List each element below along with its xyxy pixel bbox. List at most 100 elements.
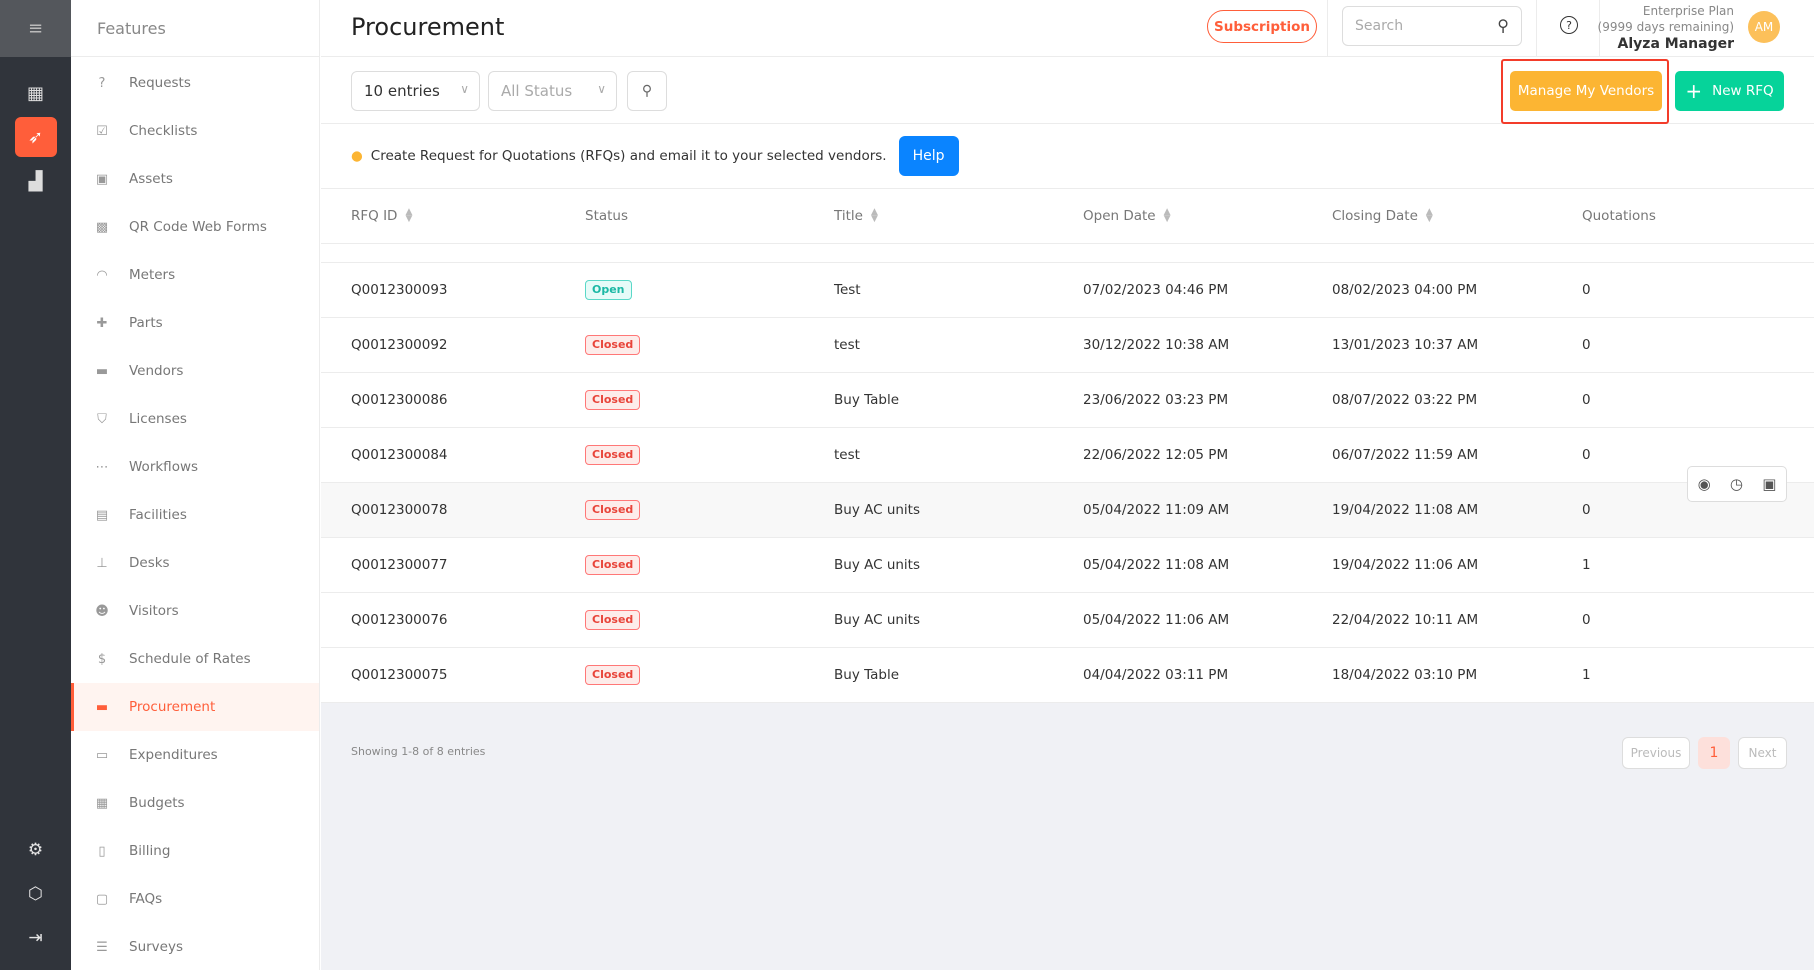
cell-value: 08/02/2023 04:00 PM xyxy=(1332,282,1478,298)
avatar[interactable]: AM xyxy=(1748,11,1780,43)
sidebar-item-facilities[interactable]: ▤ Facilities xyxy=(71,491,319,539)
logout-icon[interactable]: ⇥ xyxy=(15,916,57,960)
sidebar-item-checklists[interactable]: ☑ Checklists xyxy=(71,107,319,155)
column-header: Quotations xyxy=(1582,189,1656,243)
sidebar-item-visitors[interactable]: ☻ Visitors xyxy=(71,587,319,635)
sidebar-item-faqs[interactable]: ▢ FAQs xyxy=(71,875,319,923)
sidebar-item-surveys[interactable]: ☰ Surveys xyxy=(71,923,319,971)
cell-value: Q0012300092 xyxy=(351,337,448,353)
help-icon[interactable]: ? xyxy=(1560,16,1578,34)
table-cell: Closed xyxy=(585,483,641,537)
table-row[interactable]: Q0012300092 Closed test 30/12/2022 10:38 AM… xyxy=(321,318,1814,373)
sort-icon[interactable]: ▲ ▼ xyxy=(871,208,878,224)
sidebar-item-vendors[interactable]: ▬ Vendors xyxy=(71,347,319,395)
table-cell: 0 xyxy=(1582,593,1591,647)
cell-value: 0 xyxy=(1582,502,1591,518)
plan-info: Enterprise Plan (9999 days remaining) Al… xyxy=(1598,3,1734,53)
column-header[interactable]: RFQ ID ▲ ▼ xyxy=(351,189,412,243)
dashboard-icon[interactable]: ▦ xyxy=(15,73,57,113)
search-icon[interactable]: ⚲ xyxy=(1497,16,1509,35)
table-cell: Buy AC units xyxy=(834,593,920,647)
procurement-rocket-icon[interactable]: ➶ xyxy=(14,117,57,157)
sidebar-item-licenses[interactable]: ⛉ Licenses xyxy=(71,395,319,443)
new-rfq-button[interactable]: + New RFQ xyxy=(1675,71,1784,111)
cell-value: Q0012300084 xyxy=(351,447,448,463)
table-cell: 08/07/2022 03:22 PM xyxy=(1332,373,1477,427)
cell-value: 05/04/2022 11:09 AM xyxy=(1083,502,1230,518)
history-icon[interactable]: ◷ xyxy=(1730,475,1743,493)
search-input[interactable]: Search ⚲ xyxy=(1342,6,1522,46)
wallet-icon[interactable]: ▣ xyxy=(1762,475,1776,493)
sidebar-item-label: Workflows xyxy=(129,459,199,475)
entries-value: 10 entries xyxy=(364,82,440,100)
next-button[interactable]: Next xyxy=(1738,737,1787,769)
cell-value: 0 xyxy=(1582,337,1591,353)
search-placeholder: Search xyxy=(1355,18,1404,34)
status-badge: Closed xyxy=(585,665,641,685)
table-row[interactable]: Q0012300075 Closed Buy Table 04/04/2022 03:… xyxy=(321,648,1814,703)
cell-value: Buy AC units xyxy=(834,612,921,628)
column-header[interactable]: Title ▲ ▼ xyxy=(834,189,878,243)
desks-icon: ⊥ xyxy=(96,555,108,571)
user-name[interactable]: Alyza Manager xyxy=(1598,35,1734,53)
table-cell: Closed xyxy=(585,373,641,427)
settings-icon[interactable]: ⚙ xyxy=(15,828,57,872)
sidebar-item-procurement[interactable]: ▬ Procurement xyxy=(71,683,319,731)
filter-search-button[interactable]: ⚲ xyxy=(627,71,667,111)
table-cell: Buy AC units xyxy=(834,483,920,537)
reports-icon[interactable]: ▟ xyxy=(15,161,57,201)
sidebar-item-schedule-of-rates[interactable]: $ Schedule of Rates xyxy=(71,635,319,683)
previous-button[interactable]: Previous xyxy=(1622,737,1690,769)
visitors-icon: ☻ xyxy=(95,603,109,619)
table-row[interactable]: Q0012300077 Closed Buy AC units 05/04/2022 … xyxy=(321,538,1814,593)
table-row[interactable]: Q0012300084 Closed test 22/06/2022 12:05 PM… xyxy=(321,428,1814,483)
sidebar-item-label: Checklists xyxy=(129,123,198,139)
table-row[interactable]: Q0012300086 Closed Buy Table 23/06/2022 03:… xyxy=(321,373,1814,428)
cell-value: Q0012300076 xyxy=(351,612,448,628)
page-1-button[interactable]: 1 xyxy=(1698,737,1730,769)
table-row[interactable]: Q0012300093 Open Test 07/02/2023 04:46 PM 08… xyxy=(321,263,1814,318)
column-header[interactable]: Closing Date ▲ ▼ xyxy=(1332,189,1433,243)
sidebar-item-meters[interactable]: ◠ Meters xyxy=(71,251,319,299)
sidebar-item-label: Desks xyxy=(129,555,170,571)
info-banner: ● Create Request for Quotations (RFQs) a… xyxy=(321,124,1814,189)
cell-value: Q0012300075 xyxy=(351,667,448,683)
help-button[interactable]: Help xyxy=(898,136,959,176)
sidebar-item-requests[interactable]: ? Requests xyxy=(71,59,319,107)
package-icon[interactable]: ⬡ xyxy=(15,872,57,916)
table-cell: Q0012300077 xyxy=(351,538,448,592)
manage-vendors-button[interactable]: Manage My Vendors xyxy=(1510,71,1662,111)
cell-value: 0 xyxy=(1582,282,1591,298)
sidebar-item-budgets[interactable]: ▦ Budgets xyxy=(71,779,319,827)
sidebar-item-parts[interactable]: ✚ Parts xyxy=(71,299,319,347)
table-cell: 1 xyxy=(1582,648,1591,702)
status-select[interactable]: All Status ∨ xyxy=(488,71,617,111)
sidebar-item-desks[interactable]: ⊥ Desks xyxy=(71,539,319,587)
sidebar-item-expenditures[interactable]: ▭ Expenditures xyxy=(71,731,319,779)
sidebar-item-qr-code-web-forms[interactable]: ▩ QR Code Web Forms xyxy=(71,203,319,251)
subscription-button[interactable]: Subscription xyxy=(1207,10,1317,43)
table-row[interactable]: Q0012300076 Closed Buy AC units 05/04/2022 … xyxy=(321,593,1814,648)
plus-icon: + xyxy=(1685,79,1703,103)
cell-value: 19/04/2022 11:06 AM xyxy=(1332,557,1479,573)
sort-icon[interactable]: ▲ ▼ xyxy=(1426,208,1433,224)
table-cell: Q0012300075 xyxy=(351,648,448,702)
collapse-menu-icon[interactable]: ≡ xyxy=(0,0,71,57)
chevron-down-icon: ∨ xyxy=(460,82,469,96)
cell-value: 05/04/2022 11:08 AM xyxy=(1083,557,1230,573)
table-row[interactable]: Q0012300078 Closed Buy AC units 05/04/2022 … xyxy=(321,466,1814,538)
column-header[interactable]: Open Date ▲ ▼ xyxy=(1083,189,1171,243)
sidebar-item-assets[interactable]: ▣ Assets xyxy=(71,155,319,203)
table-cell: 30/12/2022 10:38 AM xyxy=(1083,318,1229,372)
sidebar-item-billing[interactable]: ▯ Billing xyxy=(71,827,319,875)
cell-value: 0 xyxy=(1582,392,1591,408)
sort-icon[interactable]: ▲ ▼ xyxy=(405,208,412,224)
sort-icon[interactable]: ▲ ▼ xyxy=(1164,208,1171,224)
sidebar-item-label: Visitors xyxy=(129,603,179,619)
sidebar-item-workflows[interactable]: ⋯ Workflows xyxy=(71,443,319,491)
vendors-icon: ▬ xyxy=(95,363,109,379)
entries-select[interactable]: 10 entries ∨ xyxy=(351,71,480,111)
cell-value: 0 xyxy=(1582,612,1591,628)
view-eye-icon[interactable]: ◉ xyxy=(1698,475,1711,493)
status-badge: Closed xyxy=(585,335,641,355)
